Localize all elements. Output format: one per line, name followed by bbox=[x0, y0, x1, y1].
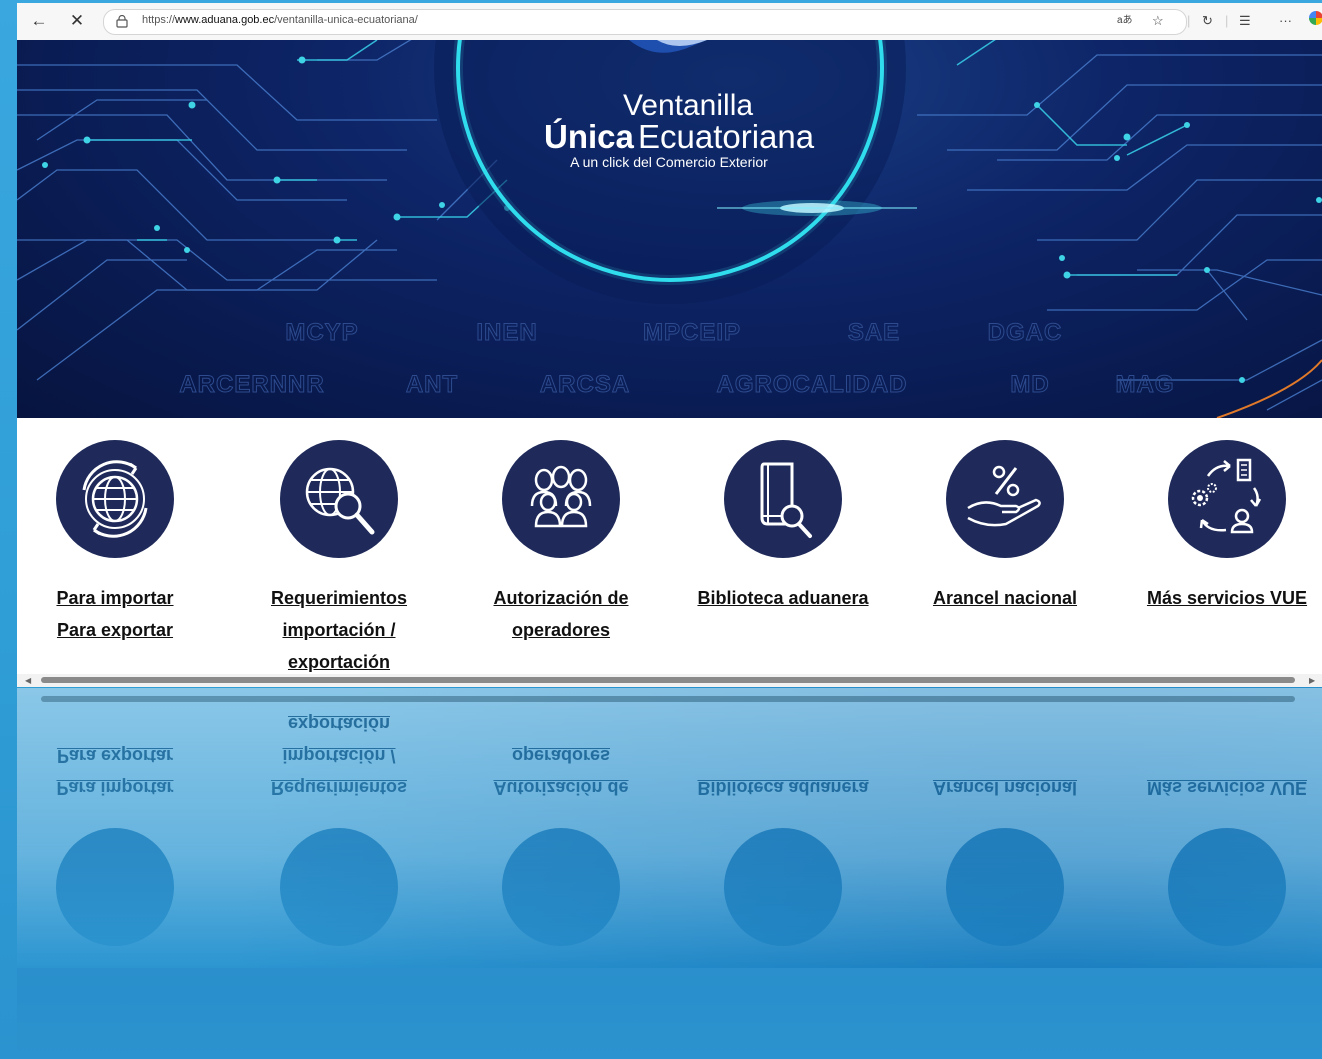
agency-sae: SAE bbox=[848, 319, 900, 346]
reflection-people-group-icon bbox=[502, 828, 620, 946]
reflection-link: Para exportar bbox=[56, 746, 174, 766]
banner-title-bold: Única bbox=[544, 118, 635, 155]
reflection-process-cycle-icon bbox=[1168, 828, 1286, 946]
link-operadores[interactable]: operadores bbox=[471, 614, 651, 646]
url-path: /ventanilla-unica-ecuatoriana/ bbox=[274, 14, 418, 26]
reflection-service-2: Autorización de operadores bbox=[471, 740, 651, 946]
services-section: Para importar Para exportar Requerimient… bbox=[17, 418, 1322, 678]
agency-mcyp: MCYP bbox=[285, 319, 358, 346]
toolbar-divider: | bbox=[1187, 13, 1191, 28]
agency-dgac: DGAC bbox=[988, 319, 1063, 346]
read-aloud-icon[interactable]: aあ bbox=[1117, 12, 1133, 30]
agency-agrocalidad: AGROCALIDAD bbox=[717, 371, 908, 398]
reflection-service-1: Requerimientos importación / exportación bbox=[249, 708, 429, 946]
link-mas-servicios-vue[interactable]: Más servicios VUE bbox=[1137, 582, 1317, 614]
horizontal-scrollbar[interactable]: ◀ ▶ bbox=[17, 674, 1322, 687]
reflection-book-search-icon bbox=[724, 828, 842, 946]
people-group-icon[interactable] bbox=[502, 440, 620, 558]
scroll-right-icon[interactable]: ▶ bbox=[1309, 674, 1315, 687]
screenshot-reflection: Para importar Para exportar Requerimient… bbox=[17, 688, 1322, 968]
circuit-graphic: Ventanilla Única Ecuatoriana A un click … bbox=[17, 40, 1322, 418]
reflection-link: importación / bbox=[282, 746, 396, 766]
url-host: www.aduana.gob.ec bbox=[175, 14, 275, 26]
back-icon[interactable]: ← bbox=[29, 11, 49, 31]
hand-percent-icon[interactable] bbox=[946, 440, 1064, 558]
agency-arcernnr: ARCERNNR bbox=[179, 371, 324, 398]
reflection-link: Arancel nacional bbox=[932, 778, 1078, 798]
lock-icon bbox=[116, 15, 128, 28]
address-bar[interactable]: https://www.aduana.gob.ec/ventanilla-uni… bbox=[103, 9, 1187, 35]
service-arancel: Arancel nacional bbox=[915, 440, 1095, 614]
agency-inen: INEN bbox=[476, 319, 537, 346]
toolbar-divider-2: | bbox=[1225, 13, 1229, 28]
close-icon[interactable]: ✕ bbox=[67, 11, 87, 31]
refresh-icon[interactable]: ↻ bbox=[1202, 12, 1213, 30]
reflection-service-0: Para importar Para exportar bbox=[25, 740, 205, 946]
book-search-icon[interactable] bbox=[724, 440, 842, 558]
link-arancel-nacional[interactable]: Arancel nacional bbox=[915, 582, 1095, 614]
globe-cycle-icon[interactable] bbox=[56, 440, 174, 558]
reflection-link: Para importar bbox=[56, 778, 174, 798]
profile-icon[interactable] bbox=[1309, 11, 1322, 25]
reflection-link: Requerimientos bbox=[270, 778, 408, 798]
service-mas-servicios: Más servicios VUE bbox=[1137, 440, 1317, 614]
process-cycle-icon[interactable] bbox=[1168, 440, 1286, 558]
scroll-left-icon[interactable]: ◀ bbox=[25, 674, 31, 687]
hero-banner: Ventanilla Única Ecuatoriana A un click … bbox=[17, 40, 1322, 418]
banner-subtitle: A un click del Comercio Exterior bbox=[570, 154, 768, 170]
reflection-link: exportación bbox=[287, 714, 391, 734]
reflection-link: Autorización de bbox=[493, 778, 629, 798]
banner-title-rest: Ecuatoriana bbox=[638, 118, 815, 155]
url-prefix: https:// bbox=[142, 14, 176, 26]
reflection-globe-search-icon bbox=[280, 828, 398, 946]
reflection-content: Para importar Para exportar Requerimient… bbox=[17, 688, 1322, 968]
reflection-link: Más servicios VUE bbox=[1146, 778, 1308, 798]
url-text: https://www.aduana.gob.ec/ventanilla-uni… bbox=[142, 14, 418, 26]
link-importacion[interactable]: importación / bbox=[249, 614, 429, 646]
reflection-service-5: Más servicios VUE bbox=[1137, 772, 1317, 946]
more-icon[interactable]: ··· bbox=[1279, 12, 1292, 30]
link-biblioteca-aduanera[interactable]: Biblioteca aduanera bbox=[693, 582, 873, 614]
browser-window: ← ✕ https://www.aduana.gob.ec/ventanilla… bbox=[17, 3, 1322, 687]
favorite-star-icon[interactable]: ☆ bbox=[1152, 12, 1164, 30]
reflection-link: operadores bbox=[511, 746, 611, 766]
reflection-service-4: Arancel nacional bbox=[915, 772, 1095, 946]
browser-toolbar: ← ✕ https://www.aduana.gob.ec/ventanilla… bbox=[17, 3, 1322, 41]
reflection-globe-cycle-icon bbox=[56, 828, 174, 946]
agency-ant: ANT bbox=[406, 371, 458, 398]
agency-mpceip: MPCEIP bbox=[643, 319, 741, 346]
reflection-services: Para importar Para exportar Requerimient… bbox=[17, 708, 1322, 968]
agency-mag: MAG bbox=[1116, 371, 1175, 398]
service-importar-exportar: Para importar Para exportar bbox=[25, 440, 205, 646]
globe-search-icon[interactable] bbox=[280, 440, 398, 558]
link-requerimientos[interactable]: Requerimientos bbox=[249, 582, 429, 614]
service-biblioteca: Biblioteca aduanera bbox=[693, 440, 873, 614]
scrollbar-thumb[interactable] bbox=[41, 677, 1295, 683]
reflection-scrollbar bbox=[41, 696, 1295, 702]
reflection-link: Biblioteca aduanera bbox=[697, 778, 869, 798]
link-para-exportar[interactable]: Para exportar bbox=[25, 614, 205, 646]
link-autorizacion[interactable]: Autorización de bbox=[471, 582, 651, 614]
reflection-hand-percent-icon bbox=[946, 828, 1064, 946]
background-floor bbox=[17, 968, 1322, 1059]
service-autorizacion: Autorización de operadores bbox=[471, 440, 651, 646]
agency-md: MD bbox=[1010, 371, 1049, 398]
reflection-service-3: Biblioteca aduanera bbox=[693, 772, 873, 946]
agency-arcsa: ARCSA bbox=[540, 371, 630, 398]
link-para-importar[interactable]: Para importar bbox=[25, 582, 205, 614]
service-requerimientos: Requerimientos importación / exportación bbox=[249, 440, 429, 678]
favorites-list-icon[interactable]: ☰ bbox=[1239, 12, 1251, 30]
